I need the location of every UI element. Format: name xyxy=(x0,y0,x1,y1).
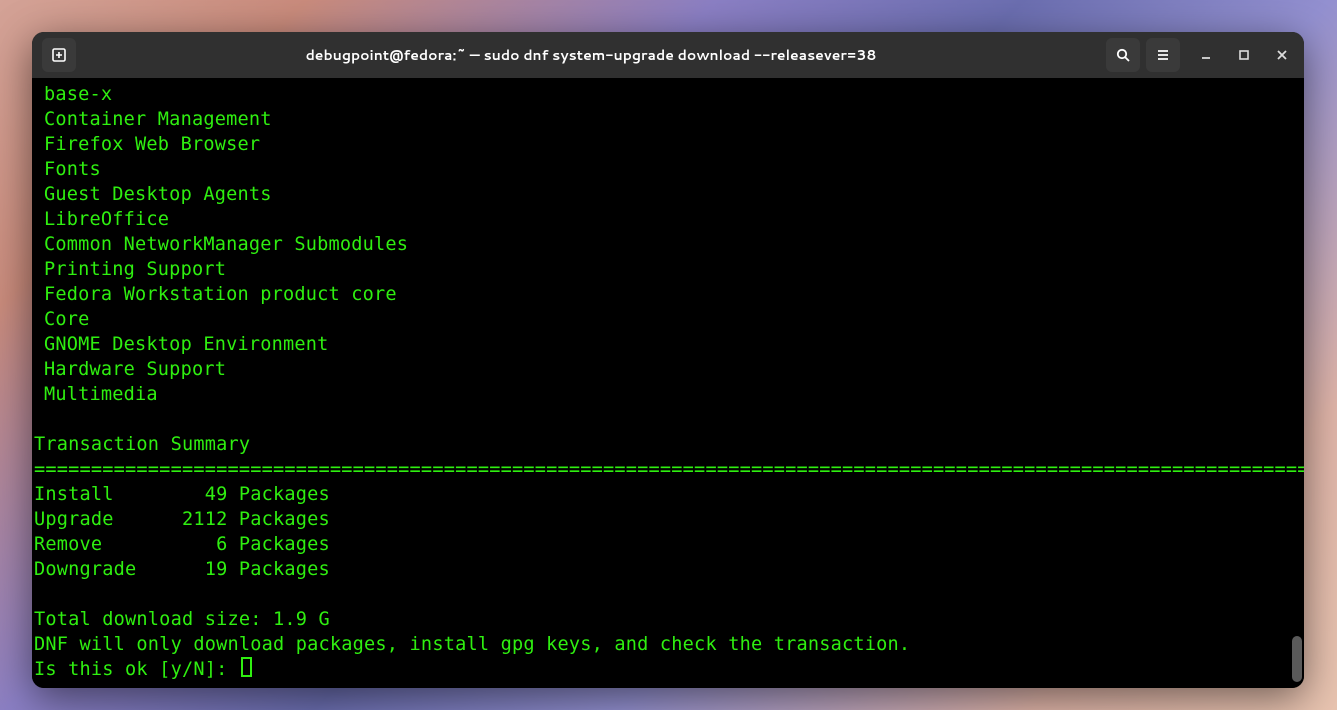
confirm-prompt: Is this ok [y/N]: xyxy=(34,657,1304,682)
summary-row: Downgrade 19 Packages xyxy=(34,557,1304,582)
cursor-icon xyxy=(241,657,252,677)
package-group: GNOME Desktop Environment xyxy=(34,332,1304,357)
summary-row: Remove 6 Packages xyxy=(34,532,1304,557)
titlebar: debugpoint@fedora:~ — sudo dnf system-up… xyxy=(32,32,1304,78)
package-group: Fedora Workstation product core xyxy=(34,282,1304,307)
package-group: Core xyxy=(34,307,1304,332)
rule-line: ========================================… xyxy=(34,457,1304,482)
package-group: LibreOffice xyxy=(34,207,1304,232)
hamburger-menu-button[interactable] xyxy=(1146,38,1180,72)
package-group: Hardware Support xyxy=(34,357,1304,382)
package-group: Common NetworkManager Submodules xyxy=(34,232,1304,257)
close-button[interactable] xyxy=(1268,41,1296,69)
dnf-note: DNF will only download packages, install… xyxy=(34,632,1304,657)
summary-row: Upgrade 2112 Packages xyxy=(34,507,1304,532)
total-download-size: Total download size: 1.9 G xyxy=(34,607,1304,632)
maximize-button[interactable] xyxy=(1230,41,1258,69)
package-group: Multimedia xyxy=(34,382,1304,407)
package-group: Firefox Web Browser xyxy=(34,132,1304,157)
new-tab-button[interactable] xyxy=(42,38,76,72)
terminal-output[interactable]: base-xContainer ManagementFirefox Web Br… xyxy=(32,78,1304,688)
package-group: Container Management xyxy=(34,107,1304,132)
package-group: Printing Support xyxy=(34,257,1304,282)
window-title: debugpoint@fedora:~ — sudo dnf system-up… xyxy=(78,45,1104,65)
minimize-button[interactable] xyxy=(1192,41,1220,69)
package-group: Guest Desktop Agents xyxy=(34,182,1304,207)
transaction-summary-heading: Transaction Summary xyxy=(34,432,1304,457)
scrollbar-thumb[interactable] xyxy=(1292,636,1302,682)
terminal-window: debugpoint@fedora:~ — sudo dnf system-up… xyxy=(32,32,1304,688)
search-button[interactable] xyxy=(1106,38,1140,72)
summary-row: Install 49 Packages xyxy=(34,482,1304,507)
package-group: Fonts xyxy=(34,157,1304,182)
package-group: base-x xyxy=(34,82,1304,107)
